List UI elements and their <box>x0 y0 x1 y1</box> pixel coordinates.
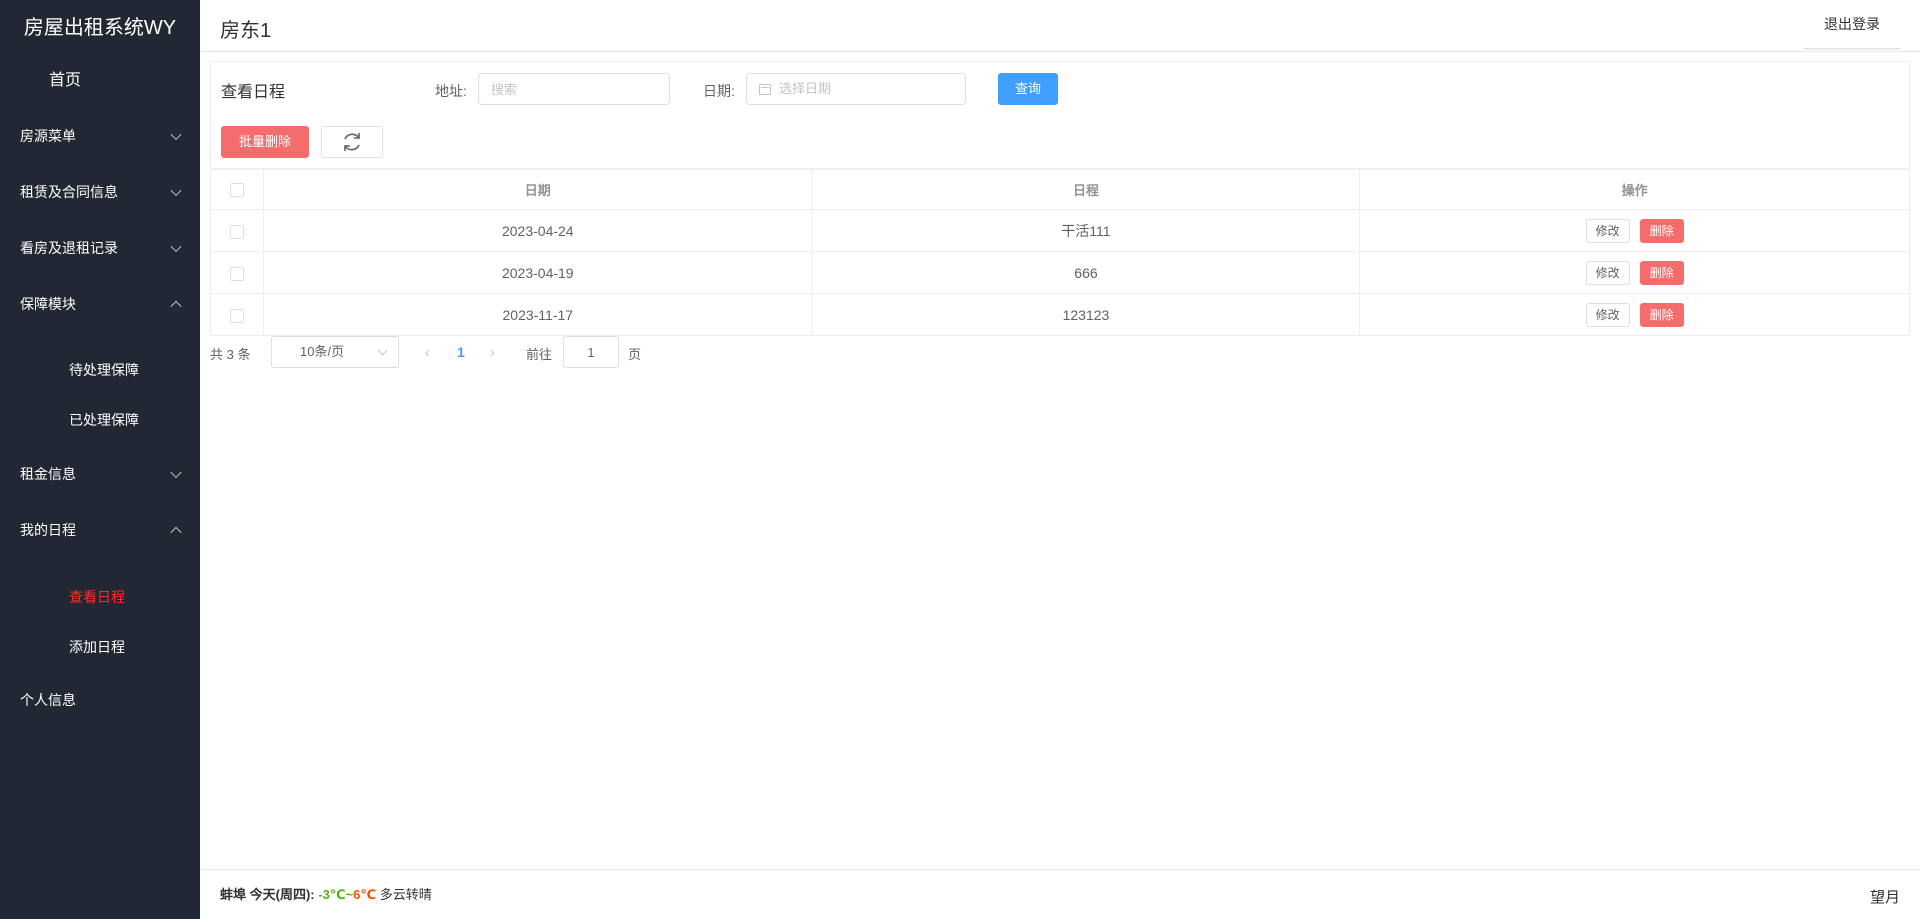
edit-button[interactable]: 修改 <box>1585 218 1630 243</box>
calendar-icon <box>759 84 771 95</box>
refresh-icon <box>344 133 360 151</box>
sidebar: 房屋出租系统WY 首页 房源菜单 租赁及合同信息 看房及退租记录 保障模块 待处… <box>0 0 200 919</box>
page-unit-label: 页 <box>628 347 642 362</box>
top-header: 房东1 退出登录 <box>200 0 1920 52</box>
cell-schedule: 123123 <box>811 293 1361 336</box>
submenu-pending-guarantee[interactable]: 待处理保障 <box>0 345 200 395</box>
submenu-processed-guarantee[interactable]: 已处理保障 <box>0 395 200 445</box>
submenu-add-schedule[interactable]: 添加日程 <box>0 622 200 672</box>
current-user: 房东1 <box>220 20 272 42</box>
row-checkbox[interactable] <box>229 308 244 323</box>
footer: 蚌埠 今天(周四): -3℃~6℃ 多云转晴 望月 <box>200 869 1920 919</box>
chevron-down-icon <box>170 128 182 141</box>
refresh-button[interactable] <box>321 126 383 158</box>
delete-button[interactable]: 删除 <box>1639 260 1684 285</box>
menu-lease-contract[interactable]: 租赁及合同信息 <box>0 164 200 220</box>
delete-button[interactable]: 删除 <box>1639 218 1684 243</box>
query-button[interactable]: 查询 <box>998 73 1058 105</box>
weather-temp-low: -3℃ <box>318 887 346 902</box>
chevron-down-icon <box>170 184 182 197</box>
goto-label: 前往 <box>526 347 553 362</box>
cell-date: 2023-11-17 <box>262 293 813 336</box>
chevron-up-icon <box>170 526 182 539</box>
column-header-actions: 操作 <box>1359 169 1910 210</box>
chevron-down-icon <box>170 240 182 253</box>
cell-actions: 修改 删除 <box>1359 209 1910 252</box>
edit-button[interactable]: 修改 <box>1585 260 1630 285</box>
logout-button[interactable]: 退出登录 <box>1804 0 1900 50</box>
menu-my-schedule-label: 我的日程 <box>20 522 76 538</box>
menu-personal-info[interactable]: 个人信息 <box>0 672 200 728</box>
pagination-total: 共 3 条 <box>210 347 251 362</box>
menu-lease-contract-label: 租赁及合同信息 <box>20 184 118 200</box>
cell-actions: 修改 删除 <box>1359 293 1910 336</box>
menu-viewing-records-label: 看房及退租记录 <box>20 240 118 256</box>
row-checkbox[interactable] <box>229 266 244 281</box>
table-header-row: 日期 日程 操作 <box>210 169 1910 210</box>
row-checkbox[interactable] <box>229 224 244 239</box>
menu-housing-label: 房源菜单 <box>20 128 76 144</box>
address-label: 地址: <box>435 83 467 99</box>
schedule-table: 日期 日程 操作 2023-04-24 干活111 修改 删除 2023-04-1… <box>210 169 1910 336</box>
column-header-schedule: 日程 <box>811 169 1361 210</box>
moon-phase: 望月 <box>1869 889 1900 906</box>
table-row: 2023-04-19 666 修改 删除 <box>210 251 1910 294</box>
next-page-icon[interactable]: › <box>490 344 495 360</box>
menu-guarantee[interactable]: 保障模块 <box>0 276 200 332</box>
table-row: 2023-11-17 123123 修改 删除 <box>210 293 1910 336</box>
search-panel: 查看日程 地址: 日期: 选择日期 查询 批量删除 <box>210 61 1910 169</box>
address-search-input[interactable] <box>478 73 670 105</box>
menu-housing[interactable]: 房源菜单 <box>0 108 200 164</box>
prev-page-icon[interactable]: ‹ <box>425 344 430 360</box>
weather-widget: 蚌埠 今天(周四): -3℃~6℃ 多云转晴 <box>220 884 432 903</box>
cell-date: 2023-04-19 <box>262 251 813 294</box>
menu-guarantee-label: 保障模块 <box>20 296 76 312</box>
cell-schedule: 666 <box>811 251 1361 294</box>
select-all-checkbox[interactable] <box>229 183 244 198</box>
weather-day: 今天(周四): <box>249 887 315 902</box>
menu-viewing-records[interactable]: 看房及退租记录 <box>0 220 200 276</box>
batch-delete-button[interactable]: 批量删除 <box>221 126 309 158</box>
page-size-select[interactable]: 10条/页 <box>271 336 399 368</box>
menu-personal-info-label: 个人信息 <box>20 692 76 708</box>
submenu-view-schedule[interactable]: 查看日程 <box>0 572 200 622</box>
column-header-date: 日期 <box>262 169 813 210</box>
chevron-up-icon <box>170 300 182 313</box>
cell-schedule: 干活111 <box>811 209 1361 252</box>
date-placeholder: 选择日期 <box>779 81 832 96</box>
goto-page-input[interactable] <box>563 336 619 368</box>
cell-actions: 修改 删除 <box>1359 251 1910 294</box>
menu-my-schedule[interactable]: 我的日程 <box>0 502 200 558</box>
weather-temp-high: 6℃ <box>353 887 377 902</box>
select-all-cell <box>210 169 264 210</box>
page-size-value: 10条/页 <box>300 344 345 359</box>
chevron-down-icon <box>377 345 388 356</box>
app-title: 房屋出租系统WY <box>23 17 177 39</box>
delete-button[interactable]: 删除 <box>1639 302 1684 327</box>
cell-date: 2023-04-24 <box>262 209 813 252</box>
weather-condition: 多云转晴 <box>379 887 432 902</box>
edit-button[interactable]: 修改 <box>1585 302 1630 327</box>
date-picker[interactable]: 选择日期 <box>746 73 966 105</box>
page-number-current[interactable]: 1 <box>457 344 465 360</box>
pagination: 共 3 条 10条/页 ‹ 1 › 前往 页 <box>210 336 810 368</box>
chevron-down-icon <box>170 466 182 479</box>
menu-rent-info-label: 租金信息 <box>20 466 76 482</box>
panel-title: 查看日程 <box>221 84 286 101</box>
table-row: 2023-04-24 干活111 修改 删除 <box>210 209 1910 252</box>
weather-city: 蚌埠 <box>220 887 247 902</box>
menu-rent-info[interactable]: 租金信息 <box>0 446 200 502</box>
date-label: 日期: <box>703 83 735 99</box>
menu-home[interactable]: 首页 <box>0 56 200 106</box>
